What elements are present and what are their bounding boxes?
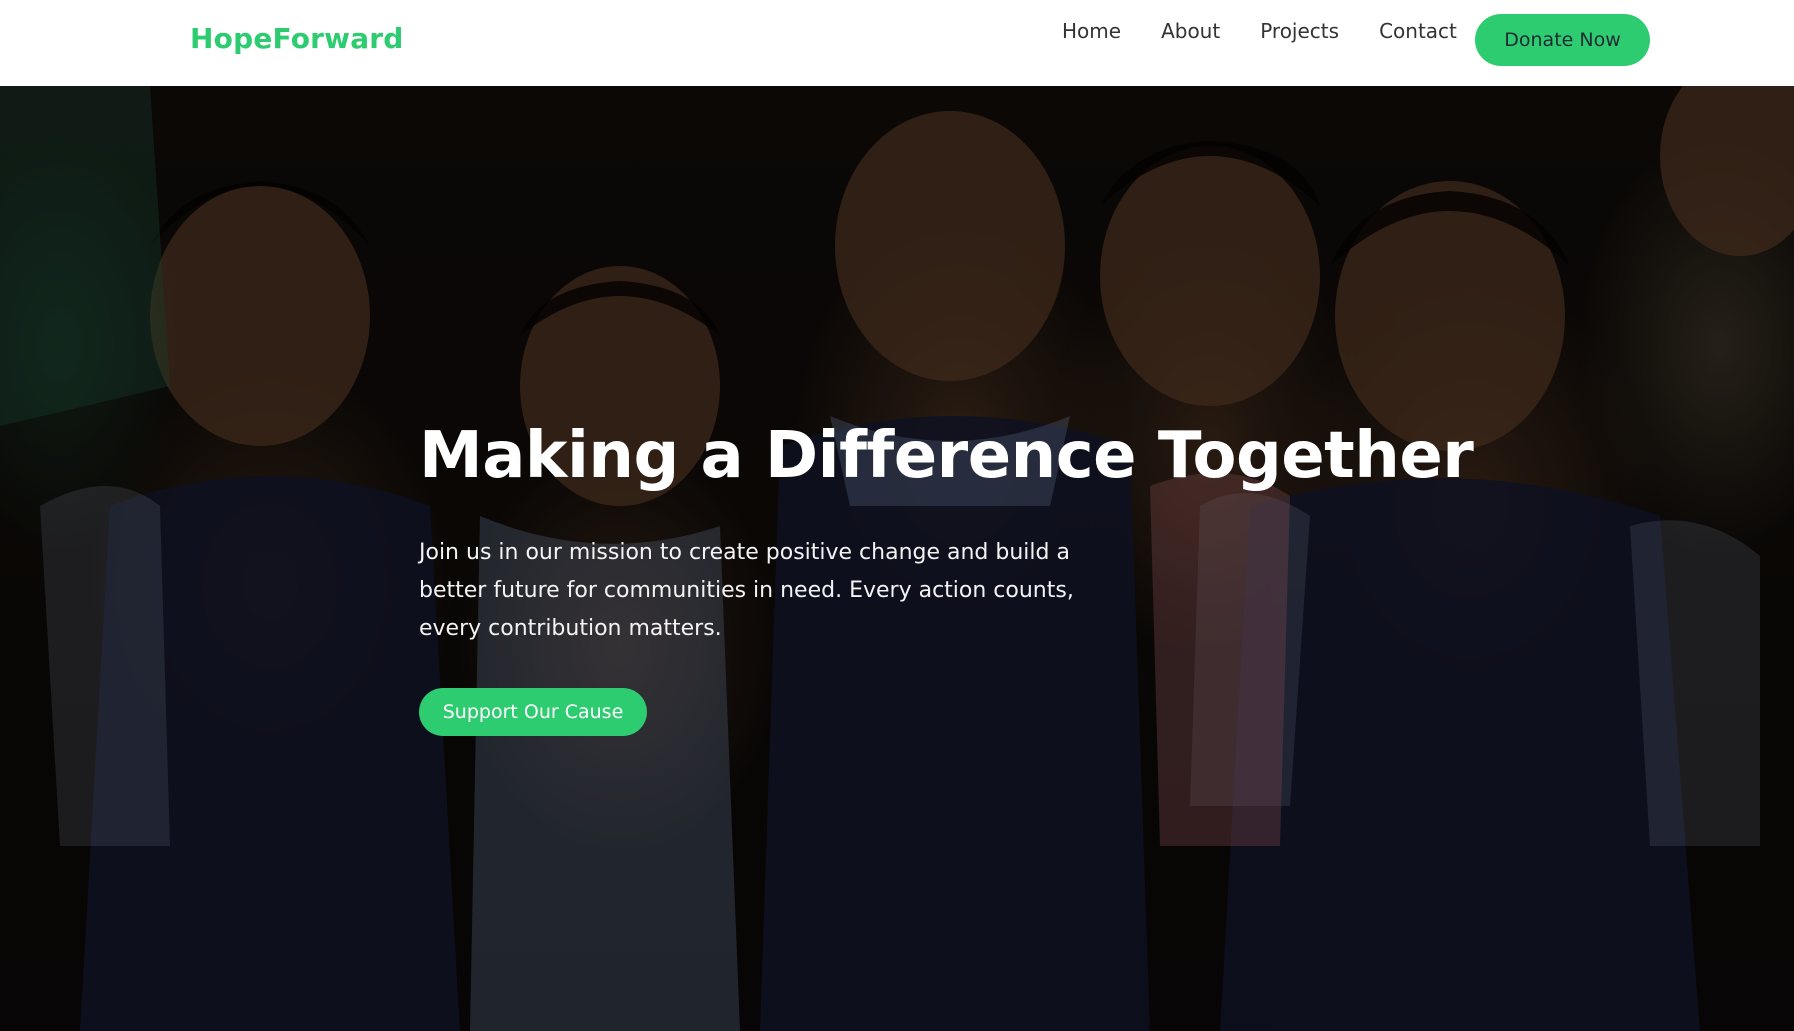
donate-now-button[interactable]: Donate Now <box>1475 14 1650 66</box>
nav-link-contact[interactable]: Contact <box>1379 19 1457 43</box>
hero-section: Making a Difference Together Join us in … <box>0 86 1794 1031</box>
hero-title: Making a Difference Together <box>419 419 1474 493</box>
nav-link-projects[interactable]: Projects <box>1260 19 1339 43</box>
navbar: HopeForward Home About Projects Contact … <box>0 0 1794 86</box>
brand-logo[interactable]: HopeForward <box>190 22 404 55</box>
hero-content: Making a Difference Together Join us in … <box>419 416 1474 736</box>
nav-link-home[interactable]: Home <box>1062 19 1121 43</box>
hero-subtitle: Join us in our mission to create positiv… <box>419 540 1074 641</box>
support-cause-button[interactable]: Support Our Cause <box>419 688 647 736</box>
main-nav: Home About Projects Contact <box>1062 19 1457 43</box>
nav-link-about[interactable]: About <box>1161 19 1220 43</box>
